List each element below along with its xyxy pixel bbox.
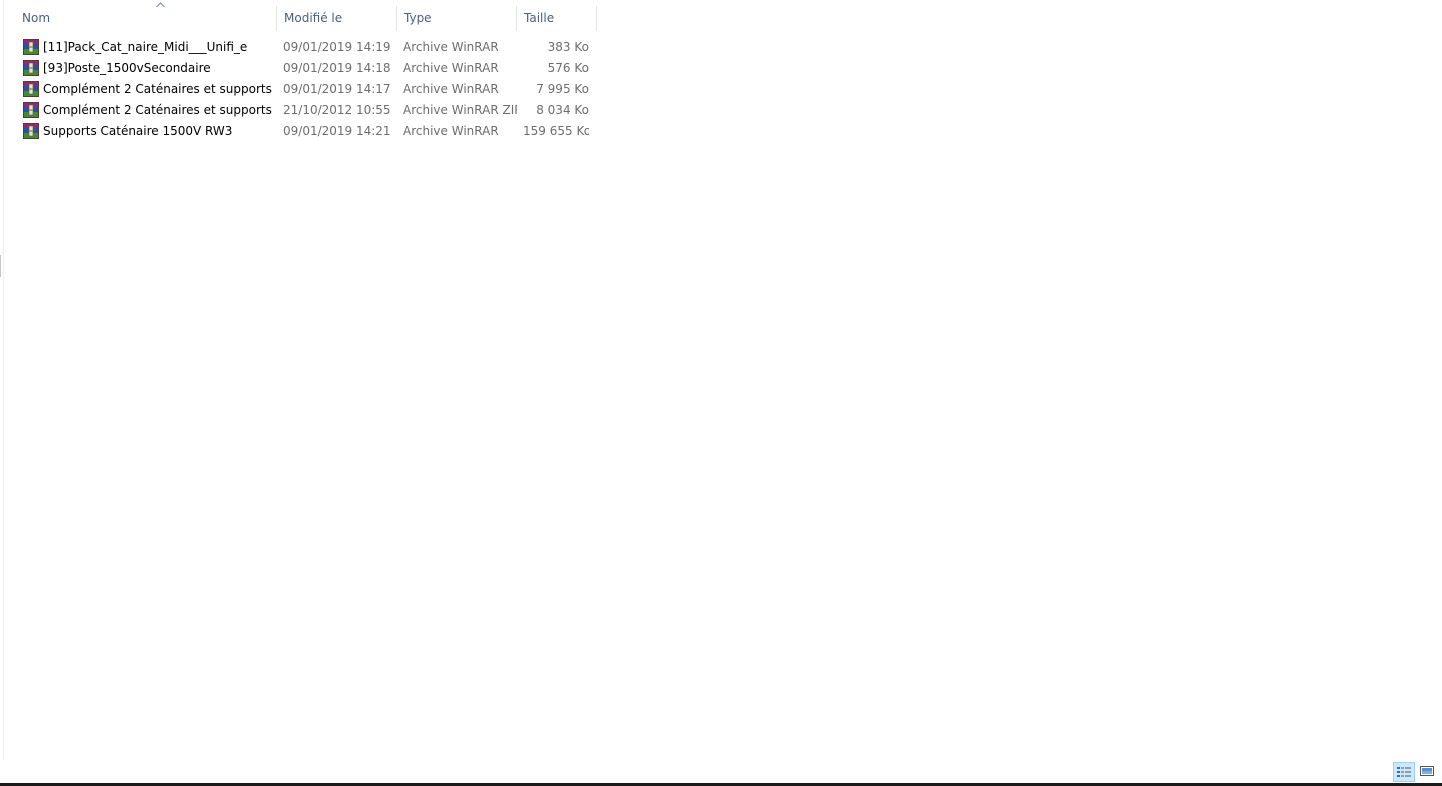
file-name: Complément 2 Caténaires et supports 15..… (43, 82, 275, 96)
file-name-cell: Complément 2 Caténaires et supports 15..… (23, 100, 277, 121)
file-name: Supports Caténaire 1500V RW3 (43, 124, 233, 138)
details-view-button[interactable] (1393, 762, 1415, 782)
large-icons-view-icon (1420, 766, 1434, 776)
column-header-size[interactable]: Taille (517, 6, 597, 31)
file-type: Archive WinRAR (403, 40, 499, 54)
file-row[interactable]: Complément 2 Caténaires et supports 15..… (15, 100, 596, 121)
file-modified: 09/01/2019 14:18 (283, 61, 391, 75)
file-size: 159 655 Ko (523, 124, 589, 138)
column-header-type-label: Type (404, 11, 432, 25)
file-row[interactable]: Complément 2 Caténaires et supports 15..… (15, 79, 596, 100)
file-modified: 21/10/2012 10:55 (283, 103, 391, 117)
file-modified: 09/01/2019 14:21 (283, 124, 391, 138)
file-name-cell: Complément 2 Caténaires et supports 15..… (23, 79, 277, 100)
column-header-modified-label: Modifié le (284, 11, 343, 25)
sort-ascending-icon (156, 2, 165, 8)
winrar-archive-icon (23, 39, 39, 55)
column-header-type[interactable]: Type (397, 6, 517, 31)
winrar-archive-icon (23, 102, 39, 118)
file-list: [11]Pack_Cat_naire_Midi___Unifi_e 09/01/… (15, 37, 596, 142)
column-separator[interactable] (596, 6, 597, 31)
view-mode-switcher (1393, 762, 1439, 782)
winrar-archive-icon (23, 123, 39, 139)
file-name-cell: Supports Caténaire 1500V RW3 (23, 121, 277, 142)
file-type: Archive WinRAR (403, 124, 499, 138)
file-size: 7 995 Ko (536, 82, 589, 96)
file-type: Archive WinRAR (403, 82, 499, 96)
file-name-cell: [93]Poste_1500vSecondaire (23, 58, 277, 79)
file-size: 8 034 Ko (536, 103, 589, 117)
file-size: 576 Ko (547, 61, 589, 75)
file-type: Archive WinRAR ZIP (403, 103, 517, 117)
details-view-icon (1397, 767, 1411, 777)
winrar-archive-icon (23, 60, 39, 76)
winrar-archive-icon (23, 81, 39, 97)
file-type: Archive WinRAR (403, 61, 499, 75)
file-name-cell: [11]Pack_Cat_naire_Midi___Unifi_e (23, 37, 277, 58)
large-icons-view-button[interactable] (1417, 762, 1439, 782)
file-explorer-window: Nom Modifié le Type Taille [11]Pack_Cat_… (0, 0, 1442, 786)
file-name: [93]Poste_1500vSecondaire (43, 61, 211, 75)
column-header-size-label: Taille (524, 11, 555, 25)
file-row[interactable]: [93]Poste_1500vSecondaire 09/01/2019 14:… (15, 58, 596, 79)
file-modified: 09/01/2019 14:19 (283, 40, 391, 54)
file-name: Complément 2 Caténaires et supports 15..… (43, 103, 275, 117)
file-size: 383 Ko (547, 40, 589, 54)
file-name: [11]Pack_Cat_naire_Midi___Unifi_e (43, 40, 248, 54)
column-header-name[interactable]: Nom (15, 2, 277, 31)
column-header-modified[interactable]: Modifié le (277, 6, 397, 31)
pane-resize-handle[interactable] (0, 255, 1, 277)
file-row[interactable]: Supports Caténaire 1500V RW3 09/01/2019 … (15, 121, 596, 142)
file-modified: 09/01/2019 14:17 (283, 82, 391, 96)
pane-divider (3, 0, 4, 760)
file-row[interactable]: [11]Pack_Cat_naire_Midi___Unifi_e 09/01/… (15, 37, 596, 58)
column-header-name-label: Nom (22, 11, 51, 25)
